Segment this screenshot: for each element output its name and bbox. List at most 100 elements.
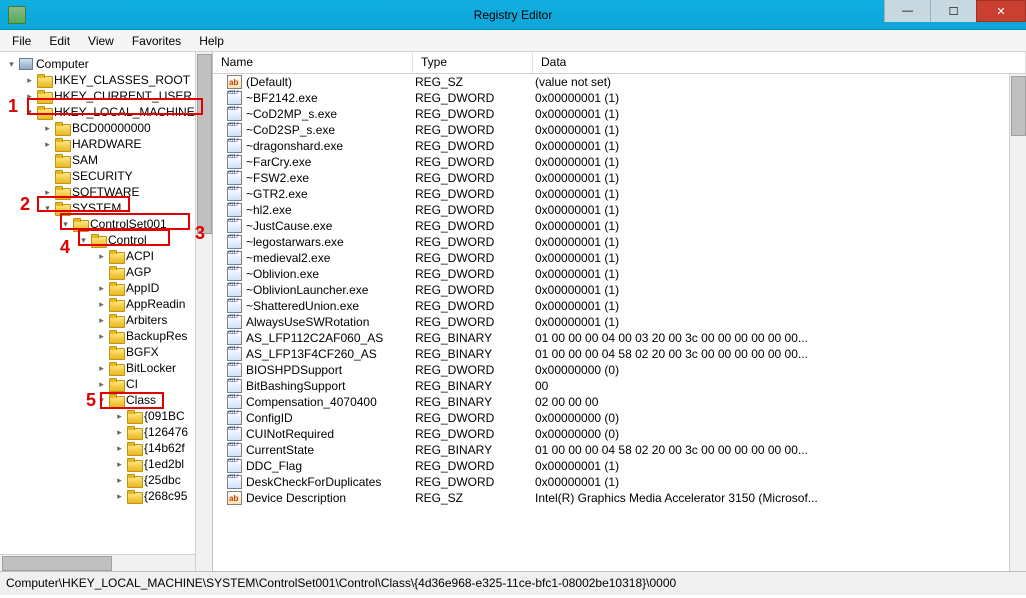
- list-row[interactable]: Compensation_4070400REG_BINARY02 00 00 0…: [213, 394, 1026, 410]
- list-row[interactable]: CurrentStateREG_BINARY01 00 00 00 04 58 …: [213, 442, 1026, 458]
- expander-icon[interactable]: ▸: [114, 427, 125, 438]
- list-row[interactable]: ~Oblivion.exeREG_DWORD0x00000001 (1): [213, 266, 1026, 282]
- expander-icon[interactable]: ▸: [42, 139, 53, 150]
- tree-node[interactable]: ▸AppID: [0, 280, 212, 296]
- tree-node[interactable]: ▾SYSTEM: [0, 200, 212, 216]
- expander-icon[interactable]: ▸: [96, 283, 107, 294]
- list-row[interactable]: ~medieval2.exeREG_DWORD0x00000001 (1): [213, 250, 1026, 266]
- tree-node[interactable]: ▾HKEY_LOCAL_MACHINE: [0, 104, 212, 120]
- expander-icon[interactable]: ▾: [78, 235, 89, 246]
- list-row[interactable]: ~hl2.exeREG_DWORD0x00000001 (1): [213, 202, 1026, 218]
- expander-icon[interactable]: ▸: [96, 251, 107, 262]
- tree-node[interactable]: ▸{25dbc: [0, 472, 212, 488]
- tree-node[interactable]: ▸BCD00000000: [0, 120, 212, 136]
- expander-icon[interactable]: ▾: [24, 107, 35, 118]
- expander-icon[interactable]: ▾: [96, 395, 107, 406]
- tree-node[interactable]: ▾Control: [0, 232, 212, 248]
- list-row[interactable]: ~FSW2.exeREG_DWORD0x00000001 (1): [213, 170, 1026, 186]
- list-row[interactable]: ~CoD2MP_s.exeREG_DWORD0x00000001 (1): [213, 106, 1026, 122]
- maximize-button[interactable]: ☐: [930, 0, 976, 22]
- tree-node[interactable]: ▸BackupRes: [0, 328, 212, 344]
- titlebar[interactable]: Registry Editor — ☐ ✕: [0, 0, 1026, 30]
- tree-node[interactable]: ▸HKEY_CLASSES_ROOT: [0, 72, 212, 88]
- expander-icon[interactable]: ▸: [24, 75, 35, 86]
- tree-node[interactable]: BGFX: [0, 344, 212, 360]
- tree-node[interactable]: ▸{1ed2bl: [0, 456, 212, 472]
- tree-node[interactable]: ▸BitLocker: [0, 360, 212, 376]
- tree-node[interactable]: ▸SOFTWARE: [0, 184, 212, 200]
- tree-node[interactable]: AGP: [0, 264, 212, 280]
- tree-node[interactable]: ▸{268c95: [0, 488, 212, 504]
- tree-node[interactable]: ▸CI: [0, 376, 212, 392]
- list-row[interactable]: ~FarCry.exeREG_DWORD0x00000001 (1): [213, 154, 1026, 170]
- expander-icon[interactable]: [96, 267, 107, 278]
- expander-icon[interactable]: ▸: [96, 299, 107, 310]
- list-row[interactable]: ConfigIDREG_DWORD0x00000000 (0): [213, 410, 1026, 426]
- expander-icon[interactable]: ▾: [42, 203, 53, 214]
- expander-icon[interactable]: ▸: [96, 363, 107, 374]
- expander-icon[interactable]: ▾: [60, 219, 71, 230]
- tree-node[interactable]: ▸{126476: [0, 424, 212, 440]
- list-row[interactable]: ~GTR2.exeREG_DWORD0x00000001 (1): [213, 186, 1026, 202]
- expander-icon[interactable]: ▸: [114, 459, 125, 470]
- tree-node[interactable]: ▸{14b62f: [0, 440, 212, 456]
- menu-help[interactable]: Help: [191, 32, 232, 50]
- list-pane[interactable]: Name Type Data (Default)REG_SZ(value not…: [213, 52, 1026, 571]
- list-row[interactable]: BitBashingSupportREG_BINARY00: [213, 378, 1026, 394]
- expander-icon[interactable]: ▸: [96, 315, 107, 326]
- expander-icon[interactable]: ▸: [114, 411, 125, 422]
- tree-node[interactable]: ▸{091BC: [0, 408, 212, 424]
- tree-horizontal-scrollbar[interactable]: [0, 554, 195, 571]
- column-name[interactable]: Name: [213, 52, 413, 73]
- tree-node[interactable]: ▸AppReadin: [0, 296, 212, 312]
- tree-node[interactable]: ▸Arbiters: [0, 312, 212, 328]
- list-row[interactable]: ~BF2142.exeREG_DWORD0x00000001 (1): [213, 90, 1026, 106]
- minimize-button[interactable]: —: [884, 0, 930, 22]
- expander-icon[interactable]: ▸: [24, 91, 35, 102]
- expander-icon[interactable]: ▸: [114, 491, 125, 502]
- list-row[interactable]: AlwaysUseSWRotationREG_DWORD0x00000001 (…: [213, 314, 1026, 330]
- expander-icon[interactable]: [96, 347, 107, 358]
- list-row[interactable]: AS_LFP112C2AF060_ASREG_BINARY01 00 00 00…: [213, 330, 1026, 346]
- tree-node[interactable]: ▾Computer: [0, 56, 212, 72]
- expander-icon[interactable]: ▸: [96, 379, 107, 390]
- list-row[interactable]: DDC_FlagREG_DWORD0x00000001 (1): [213, 458, 1026, 474]
- expander-icon[interactable]: ▾: [6, 59, 17, 70]
- expander-icon[interactable]: [42, 155, 53, 166]
- expander-icon[interactable]: ▸: [96, 331, 107, 342]
- list-row[interactable]: BIOSHPDSupportREG_DWORD0x00000000 (0): [213, 362, 1026, 378]
- list-row[interactable]: ~ShatteredUnion.exeREG_DWORD0x00000001 (…: [213, 298, 1026, 314]
- column-data[interactable]: Data: [533, 52, 1026, 73]
- expander-icon[interactable]: ▸: [42, 123, 53, 134]
- tree-node[interactable]: SAM: [0, 152, 212, 168]
- list-vertical-scrollbar[interactable]: [1009, 74, 1026, 571]
- close-button[interactable]: ✕: [976, 0, 1026, 22]
- tree-node[interactable]: ▸HKEY_CURRENT_USER: [0, 88, 212, 104]
- tree-node[interactable]: ▾Class: [0, 392, 212, 408]
- list-row[interactable]: ~JustCause.exeREG_DWORD0x00000001 (1): [213, 218, 1026, 234]
- list-row[interactable]: AS_LFP13F4CF260_ASREG_BINARY01 00 00 00 …: [213, 346, 1026, 362]
- list-row[interactable]: DeskCheckForDuplicatesREG_DWORD0x0000000…: [213, 474, 1026, 490]
- menu-file[interactable]: File: [4, 32, 39, 50]
- list-row[interactable]: Device DescriptionREG_SZIntel(R) Graphic…: [213, 490, 1026, 506]
- expander-icon[interactable]: [42, 171, 53, 182]
- menu-edit[interactable]: Edit: [41, 32, 78, 50]
- menu-view[interactable]: View: [80, 32, 122, 50]
- column-type[interactable]: Type: [413, 52, 533, 73]
- tree-pane[interactable]: ▾Computer▸HKEY_CLASSES_ROOT▸HKEY_CURRENT…: [0, 52, 213, 571]
- tree-node[interactable]: ▾ControlSet001: [0, 216, 212, 232]
- tree-node[interactable]: ▸HARDWARE: [0, 136, 212, 152]
- menu-favorites[interactable]: Favorites: [124, 32, 189, 50]
- expander-icon[interactable]: ▸: [114, 475, 125, 486]
- list-row[interactable]: ~CoD2SP_s.exeREG_DWORD0x00000001 (1): [213, 122, 1026, 138]
- tree-vertical-scrollbar[interactable]: [195, 52, 212, 571]
- list-row[interactable]: (Default)REG_SZ(value not set): [213, 74, 1026, 90]
- tree-node[interactable]: ▸ACPI: [0, 248, 212, 264]
- tree-node[interactable]: SECURITY: [0, 168, 212, 184]
- list-row[interactable]: CUINotRequiredREG_DWORD0x00000000 (0): [213, 426, 1026, 442]
- list-row[interactable]: ~dragonshard.exeREG_DWORD0x00000001 (1): [213, 138, 1026, 154]
- list-row[interactable]: ~legostarwars.exeREG_DWORD0x00000001 (1): [213, 234, 1026, 250]
- list-row[interactable]: ~OblivionLauncher.exeREG_DWORD0x00000001…: [213, 282, 1026, 298]
- expander-icon[interactable]: ▸: [114, 443, 125, 454]
- expander-icon[interactable]: ▸: [42, 187, 53, 198]
